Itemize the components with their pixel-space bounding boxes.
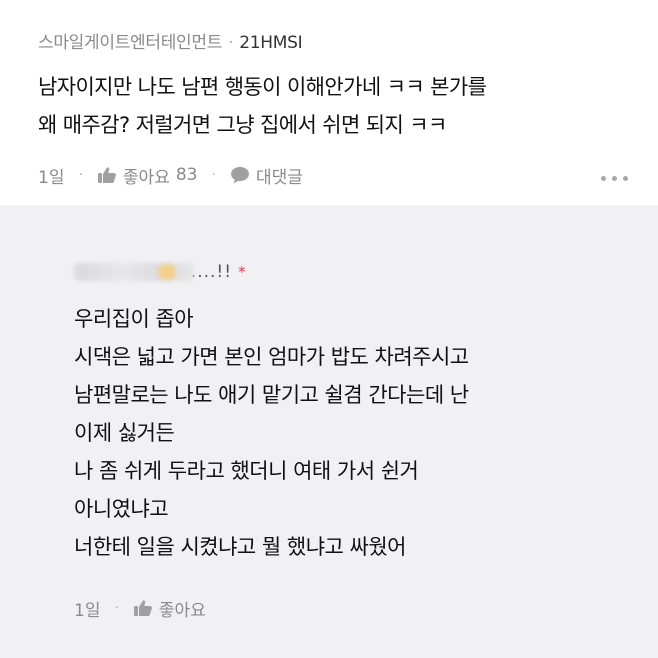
reply-line: 아니였냐고 [74,497,169,521]
comment-author-name[interactable]: 스마일게이트엔터테인먼트 [38,33,222,53]
comment-line: 남자이지만 나도 남편 행동이 이해안가네 ㅋㅋ 본가를 [38,75,487,99]
reply-like-button[interactable]: 좋아요 [133,596,206,621]
like-label: 좋아요 [122,167,170,188]
reply-author-line: ......!! * [74,260,246,284]
meta-separator: · [78,167,83,183]
blurred-emoji [158,264,176,280]
blurred-author-name [74,263,194,281]
comment-line: 왜 매주감? 저럴거면 그냥 집에서 쉬면 되지 ㅋㅋ [38,113,447,137]
comment-time: 1일 [38,167,65,188]
more-dots-icon[interactable] [601,176,628,181]
reply-line: 나 좀 쉬게 두라고 했더니 여태 가서 쉰거 [74,459,419,483]
speech-bubble-icon [230,166,250,184]
thumbs-up-icon [97,166,117,184]
meta-separator: · [211,167,216,183]
reply-line: 이제 싫거든 [74,421,175,445]
reply-line: 시댁은 넓고 가면 본인 엄마가 밥도 차려주시고 [74,345,469,369]
reply-line: 너한테 일을 시켰냐고 뭘 했냐고 싸웠어 [74,535,407,559]
reply-line: 남편말로는 나도 애기 맡기고 쉴겸 간다는데 난 [74,383,469,407]
reply-label: 대댓글 [255,167,303,188]
author-mark: * [238,263,246,281]
comment-author-line: 스마일게이트엔터테인먼트 · 21HMSI [38,28,303,53]
reply-time: 1일 [74,600,101,621]
thumbs-up-icon [133,599,153,617]
top-comment: 스마일게이트엔터테인먼트 · 21HMSI 남자이지만 나도 남편 행동이 이해안가… [0,0,658,205]
author-separator: · [228,33,234,53]
reply-meta: 1일 · 좋아요 [74,595,206,621]
like-count: 83 [175,165,198,185]
comment-author-tag: 21HMSI [239,33,303,53]
comment-body: 남자이지만 나도 남편 행동이 이해안가네 ㅋㅋ 본가를 왜 매주감? 저럴거면… [38,68,638,144]
like-button[interactable]: 좋아요 83 [97,163,198,188]
meta-separator: · [114,600,119,616]
reply-button[interactable]: 대댓글 [230,163,303,188]
reply-like-label: 좋아요 [158,600,206,621]
reply-body: 우리집이 좁아 시댁은 넓고 가면 본인 엄마가 밥도 차려주시고 남편말로는 … [74,300,634,566]
reply-line: 우리집이 좁아 [74,307,194,331]
comment-meta: 1일 · 좋아요 83 · 대댓글 [38,162,303,188]
reply-comment: ......!! * 우리집이 좁아 시댁은 넓고 가면 본인 엄마가 밥도 차… [0,205,658,658]
